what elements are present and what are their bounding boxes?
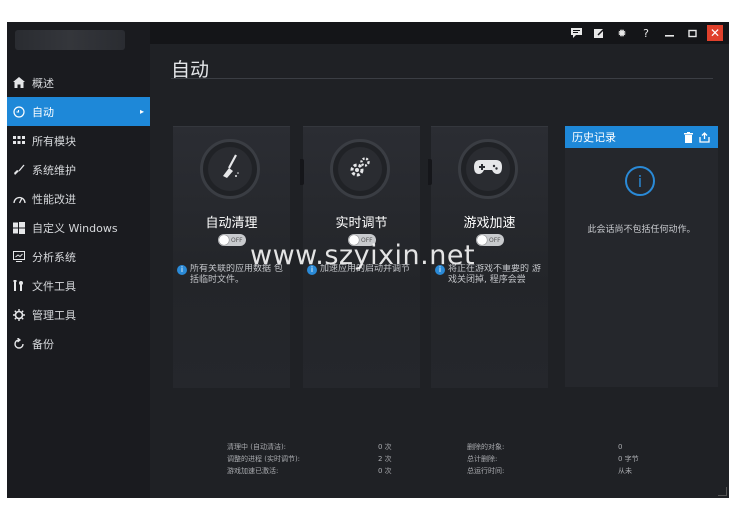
stat-label: 调整的进程 (实时调节): [227,455,301,463]
export-icon[interactable] [698,131,710,143]
close-icon[interactable]: ✕ [707,25,723,41]
home-icon [11,76,27,90]
sidebar-item-label: 概述 [32,76,54,90]
card-title: 实时调节 [335,216,388,231]
sidebar-item-label: 所有模块 [32,134,76,148]
sidebar-item-label: 自定义 Windows [32,221,118,235]
titlebar: ✹ ? ✕ [150,22,729,44]
broom-icon [11,163,27,177]
gears-icon [347,154,373,184]
minimize-icon[interactable] [661,25,677,41]
toggle-state: OFF [231,236,243,244]
toggle-knob [219,235,229,245]
stat-value: 2 次 [378,455,392,463]
card-notch [300,159,304,185]
admin-tools-icon [11,308,27,322]
broom-icon [218,154,242,184]
stat-label: 删除的对象: [467,443,505,451]
help-icon[interactable]: ? [638,25,654,41]
sidebar-item-analyze[interactable]: 分析系统 [7,242,150,271]
sidebar-item-customize-windows[interactable]: 自定义 Windows [7,213,150,242]
history-panel: 历史记录 i 此会话尚不包括任何动作。 [565,126,718,387]
sidebar-item-all-modules[interactable]: 所有模块 [7,126,150,155]
sidebar-item-maintenance[interactable]: 系统维护 [7,155,150,184]
card-title: 自动清理 [205,216,258,231]
gauge-icon [11,192,27,206]
toggle-state: OFF [489,236,501,244]
sidebar-item-auto[interactable]: 自动 ▸ [7,97,150,126]
sidebar-item-backup[interactable]: 备份 [7,329,150,358]
stat-label: 总运行时间: [467,467,505,475]
sidebar-item-label: 自动 [32,105,54,119]
stat-value: 0 [618,443,623,451]
sidebar-item-label: 管理工具 [32,308,76,322]
sidebar-item-label: 分析系统 [32,250,76,264]
stat-label: 清理中 (自动清洁): [227,443,287,451]
sidebar-header [7,22,150,68]
resize-grip[interactable] [718,487,727,496]
history-header: 历史记录 [565,126,718,148]
stats-right-labels: 删除的对象: 总计删除: 总运行时间: [467,441,504,477]
stat-value: 0 次 [378,443,392,451]
history-title: 历史记录 [572,131,616,144]
info-icon: i [177,265,187,275]
info-icon: i [625,166,655,196]
toggle-knob [477,235,487,245]
sidebar-item-admin-tools[interactable]: 管理工具 [7,300,150,329]
chevron-right-icon: ▸ [139,107,144,116]
grid-icon [11,134,27,148]
sidebar-item-label: 性能改进 [32,192,76,206]
restore-icon[interactable] [684,25,700,41]
stat-value: 从未 [618,467,632,475]
auto-clean-badge [200,139,260,199]
card-title: 游戏加速 [463,216,516,231]
analyze-icon [11,250,27,264]
sidebar-item-label: 备份 [32,337,54,351]
file-tools-icon [11,279,27,293]
backup-icon [11,337,27,351]
game-booster-badge [458,139,518,199]
sidebar: 概述 自动 ▸ 所有模块 系统维护 性能改进 自定义 Windows 分析系统 … [7,22,150,498]
stat-label: 总计删除: [467,455,498,463]
stats-left-values: 0 次 2 次 0 次 [378,441,392,477]
title-divider [171,78,713,79]
history-empty-text: 此会话尚不包括任何动作。 [587,225,696,235]
app-logo [15,30,125,50]
sidebar-item-file-tools[interactable]: 文件工具 [7,271,150,300]
sidebar-item-overview[interactable]: 概述 [7,68,150,97]
auto-clean-toggle[interactable]: OFF [218,234,246,246]
sidebar-item-label: 系统维护 [32,163,76,177]
stats-right-values: 0 0 字节 从未 [618,441,639,477]
windows-icon [11,221,27,235]
stat-value: 0 字节 [618,455,639,463]
stats-left-labels: 清理中 (自动清洁): 调整的进程 (实时调节): 游戏加速已激活: [227,441,300,477]
stat-value: 0 次 [378,467,392,475]
game-booster-toggle[interactable]: OFF [476,234,504,246]
stat-label: 游戏加速已激活: [227,467,279,475]
chat-icon[interactable] [568,25,584,41]
gear-icon[interactable]: ✹ [614,25,630,41]
sidebar-item-label: 文件工具 [32,279,76,293]
sidebar-item-performance[interactable]: 性能改进 [7,184,150,213]
gamepad-icon [473,158,503,180]
auto-icon [11,105,27,119]
watermark: www.szyixin.net [250,240,476,271]
card-notch [428,159,432,185]
trash-icon[interactable] [682,131,694,143]
edit-icon[interactable] [591,25,607,41]
live-tuning-badge [330,139,390,199]
